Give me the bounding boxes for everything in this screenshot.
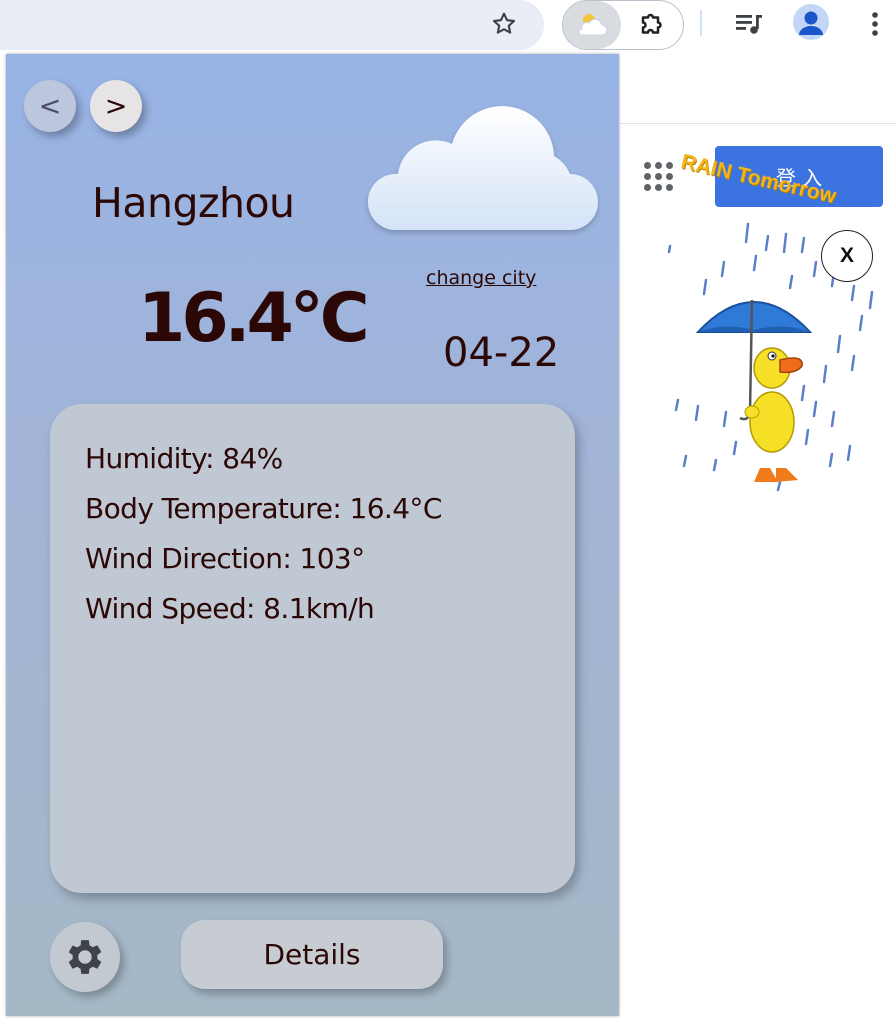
previous-day-button[interactable]: < bbox=[24, 80, 76, 132]
star-icon[interactable] bbox=[488, 8, 520, 40]
browser-toolbar bbox=[0, 0, 896, 52]
profile-icon[interactable] bbox=[793, 4, 829, 40]
change-city-link[interactable]: change city bbox=[426, 267, 536, 289]
toolbar-separator bbox=[700, 10, 702, 36]
weather-details-card: Humidity: 84% Body Temperature: 16.4°C W… bbox=[50, 404, 575, 893]
body-temperature-text: Body Temperature: 16.4°C bbox=[85, 492, 442, 525]
weather-extension-icon[interactable] bbox=[563, 1, 621, 49]
puzzle-icon[interactable] bbox=[635, 7, 671, 43]
extension-group bbox=[562, 0, 684, 50]
settings-button[interactable] bbox=[50, 922, 120, 992]
wind-direction-text: Wind Direction: 103° bbox=[85, 542, 365, 575]
details-button[interactable]: Details bbox=[181, 920, 443, 989]
wind-speed-text: Wind Speed: 8.1km/h bbox=[85, 592, 375, 625]
next-day-button[interactable]: > bbox=[90, 80, 142, 132]
close-button[interactable]: X bbox=[821, 230, 873, 282]
page-divider bbox=[620, 123, 896, 124]
humidity-text: Humidity: 84% bbox=[85, 442, 283, 475]
city-name: Hangzhou bbox=[92, 179, 295, 227]
current-temperature: 16.4°C bbox=[138, 279, 370, 358]
weather-popup: < > Hangzhou change city 16.4°C 04-22 Hu… bbox=[6, 54, 619, 1016]
address-bar[interactable] bbox=[0, 0, 544, 50]
gear-icon bbox=[68, 940, 102, 974]
media-queue-icon[interactable] bbox=[732, 8, 766, 40]
cloud-icon bbox=[367, 106, 598, 230]
forecast-date: 04-22 bbox=[443, 330, 560, 376]
more-vert-icon[interactable] bbox=[866, 6, 884, 42]
apps-grid-icon[interactable] bbox=[644, 162, 676, 194]
